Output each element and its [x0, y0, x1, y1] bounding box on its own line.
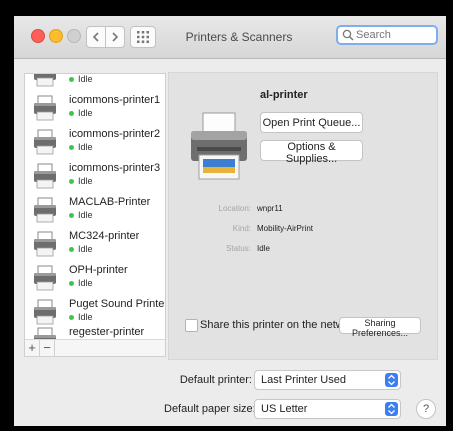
status-label: Status:	[226, 244, 251, 253]
printer-name: OPH-printer	[69, 264, 128, 276]
close-window-button[interactable]	[31, 29, 45, 43]
list-item[interactable]: Idle	[25, 73, 165, 91]
zoom-window-button[interactable]	[67, 29, 81, 43]
list-item[interactable]: OPH-printer Idle	[25, 261, 165, 295]
printer-detail-panel: al-printer Open Print Queue... Options &…	[168, 72, 438, 360]
printer-name: regester-printer	[69, 326, 145, 338]
window-title: Printers & Scanners	[185, 30, 293, 44]
share-printer-label: Share this printer on the network	[200, 319, 359, 331]
status-dot-icon	[69, 111, 74, 117]
status-dot-icon	[69, 281, 74, 287]
printer-icon	[191, 112, 247, 180]
printer-status: Idle	[69, 244, 93, 254]
printer-title: al-printer	[260, 89, 308, 101]
location-label: Location:	[218, 204, 251, 213]
default-paper-size-label: Default paper size:	[164, 403, 256, 415]
list-item[interactable]: MC324-printer Idle	[25, 227, 165, 261]
printer-name: MACLAB-Printer	[69, 196, 151, 208]
printer-icon	[33, 231, 57, 257]
printers-scanners-window: Printers & Scanners Idle icommons-printe…	[14, 16, 446, 426]
printer-name: icommons-printer1	[69, 94, 161, 106]
status-dot-icon	[69, 213, 74, 219]
printer-icon	[33, 129, 57, 155]
status-dot-icon	[69, 247, 74, 253]
printer-icon	[33, 163, 57, 189]
chevron-left-icon	[92, 32, 99, 42]
add-printer-button[interactable]: +	[25, 340, 40, 356]
kind-value: Mobility-AirPrint	[257, 224, 314, 233]
search-icon	[342, 29, 354, 41]
kind-label: Kind:	[232, 224, 251, 233]
default-printer-label: Default printer:	[179, 374, 252, 386]
default-printer-value: Last Printer Used	[261, 374, 346, 386]
printer-icon	[33, 73, 57, 87]
list-item[interactable]: icommons-printer3 Idle	[25, 159, 165, 193]
printer-status: Idle	[69, 312, 93, 322]
printer-icon	[33, 95, 57, 121]
list-item[interactable]: icommons-printer1 Idle	[25, 91, 165, 125]
printer-name: MC324-printer	[69, 230, 140, 242]
printer-icon	[33, 299, 57, 325]
status-dot-icon	[69, 315, 74, 321]
status-dot-icon	[69, 77, 74, 83]
remove-printer-button[interactable]: −	[40, 340, 55, 356]
status-value: Idle	[257, 244, 270, 253]
printer-icon	[33, 197, 57, 223]
back-button[interactable]	[86, 26, 106, 48]
minimize-window-button[interactable]	[49, 29, 63, 43]
printer-status: Idle	[69, 142, 93, 152]
open-print-queue-button[interactable]: Open Print Queue...	[260, 112, 363, 133]
grid-icon	[137, 31, 149, 43]
list-item[interactable]: icommons-printer2 Idle	[25, 125, 165, 159]
chevron-right-icon	[112, 32, 119, 42]
default-paper-size-select[interactable]: US Letter	[254, 399, 401, 419]
printer-name: icommons-printer2	[69, 128, 161, 140]
printer-status: Idle	[69, 108, 93, 118]
options-supplies-button[interactable]: Options & Supplies...	[260, 140, 363, 165]
default-printer-select[interactable]: Last Printer Used	[254, 370, 401, 390]
forward-button[interactable]	[105, 26, 125, 48]
list-item[interactable]: MACLAB-Printer Idle	[25, 193, 165, 227]
help-button[interactable]: ?	[416, 399, 436, 419]
share-printer-checkbox[interactable]	[185, 319, 198, 332]
printer-status: Idle	[69, 210, 93, 220]
status-dot-icon	[69, 145, 74, 151]
stepper-icon	[385, 402, 398, 416]
stepper-icon	[385, 373, 398, 387]
sharing-preferences-button[interactable]: Sharing Preferences...	[339, 317, 421, 338]
status-dot-icon	[69, 179, 74, 185]
printer-name: icommons-printer3	[69, 162, 161, 174]
default-paper-size-value: US Letter	[261, 403, 308, 415]
title-bar: Printers & Scanners	[14, 16, 446, 59]
location-value: wnpr11	[257, 204, 283, 213]
list-controls: + −	[24, 339, 166, 357]
printer-status: Idle	[69, 74, 93, 84]
printer-status: Idle	[69, 278, 93, 288]
printer-status: Idle	[69, 176, 93, 186]
show-all-button[interactable]	[130, 26, 156, 48]
printer-list[interactable]: Idle icommons-printer1 Idle icommons-pri…	[24, 73, 166, 341]
printer-icon	[33, 265, 57, 291]
printer-name: Puget Sound Printer	[69, 298, 166, 310]
